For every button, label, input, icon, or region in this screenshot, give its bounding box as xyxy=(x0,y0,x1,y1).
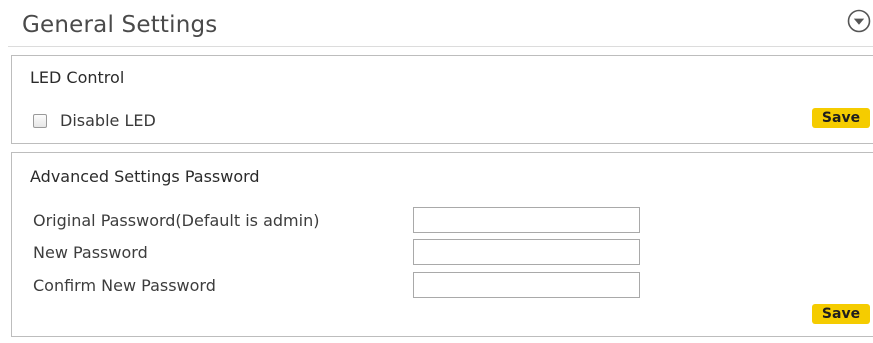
password-panel-title: Advanced Settings Password xyxy=(30,167,260,186)
password-panel: Advanced Settings Password Original Pass… xyxy=(11,152,873,337)
header-divider xyxy=(8,46,873,47)
new-password-label: New Password xyxy=(33,243,148,262)
original-password-input[interactable] xyxy=(413,207,640,233)
led-control-title: LED Control xyxy=(30,68,125,87)
disable-led-checkbox[interactable] xyxy=(33,113,47,128)
new-password-input[interactable] xyxy=(413,239,640,265)
led-control-panel: LED Control Disable LED Save xyxy=(11,55,873,144)
original-password-label: Original Password(Default is admin) xyxy=(33,211,320,230)
confirm-password-row: Confirm New Password xyxy=(33,272,653,298)
password-save-button[interactable]: Save xyxy=(812,304,870,324)
confirm-password-label: Confirm New Password xyxy=(33,276,216,295)
disable-led-option[interactable]: Disable LED xyxy=(33,111,156,130)
new-password-row: New Password xyxy=(33,239,653,265)
led-save-button[interactable]: Save xyxy=(812,108,870,128)
disable-led-label: Disable LED xyxy=(60,111,156,130)
chevron-down-circle-icon xyxy=(847,9,871,33)
confirm-password-input[interactable] xyxy=(413,272,640,298)
original-password-row: Original Password(Default is admin) xyxy=(33,207,653,233)
page-title: General Settings xyxy=(22,12,218,38)
collapse-section-button[interactable] xyxy=(847,9,871,33)
